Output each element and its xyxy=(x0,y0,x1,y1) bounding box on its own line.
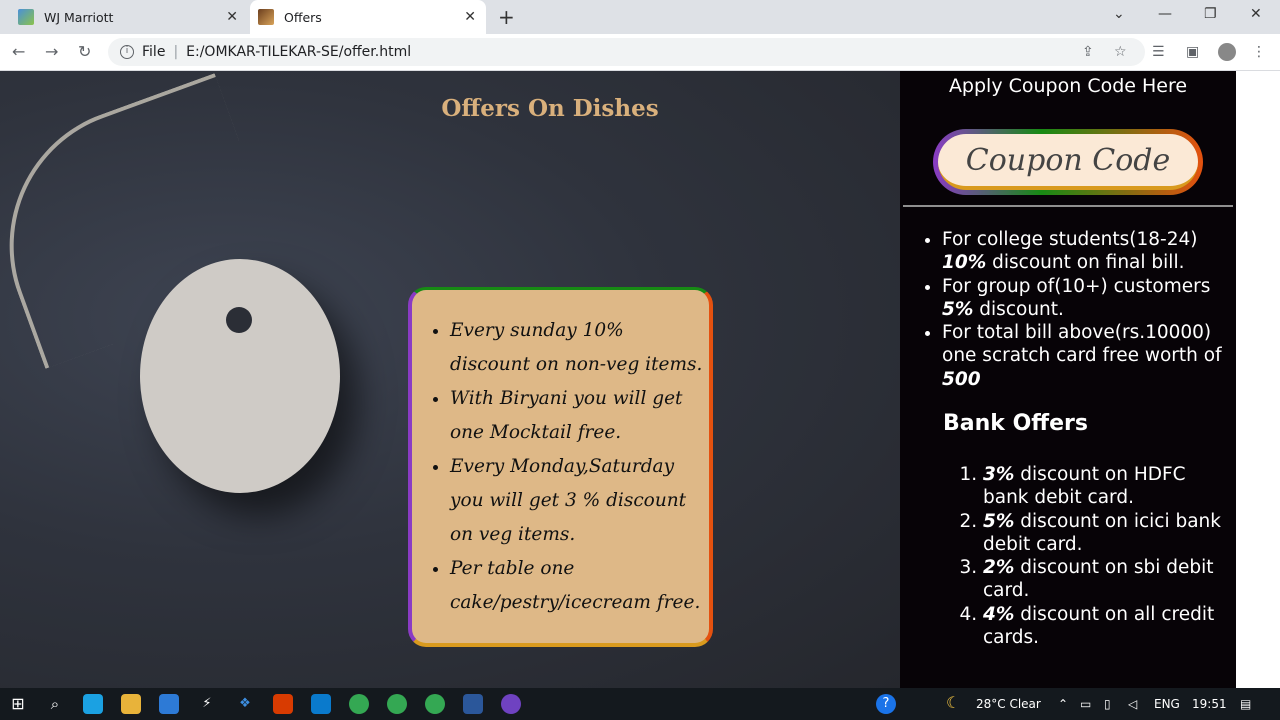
offer-text: For college students(18-24) xyxy=(942,229,1198,250)
browser-toolbar: ← → ↻ i File | E:/OMKAR-TILEKAR-SE/offer… xyxy=(0,34,1280,71)
word-icon[interactable] xyxy=(463,694,483,714)
chevron-up-icon[interactable]: ⌃ xyxy=(1058,697,1068,711)
dish-offers-card: Every sunday 10% discount on non-veg ite… xyxy=(408,287,713,647)
dish-offers-list: Every sunday 10% discount on non-veg ite… xyxy=(432,314,705,620)
list-item: Per table one cake/pestry/icecream free. xyxy=(450,552,705,620)
offer-value: 2% xyxy=(983,557,1015,579)
address-bar[interactable]: i File | E:/OMKAR-TILEKAR-SE/offer.html xyxy=(108,38,1145,66)
offer-text: discount on all credit cards. xyxy=(983,603,1215,649)
tab-title: Offers xyxy=(284,9,322,25)
close-window-icon[interactable]: ✕ xyxy=(1250,6,1262,22)
close-tab-icon[interactable]: ✕ xyxy=(464,9,476,25)
offer-text: discount on HDFC bank debit card. xyxy=(983,464,1186,509)
reload-icon[interactable]: ↻ xyxy=(78,42,91,61)
close-tab-icon[interactable]: ✕ xyxy=(226,9,238,25)
new-tab-icon[interactable]: + xyxy=(498,5,515,29)
list-item: For college students(18-24) 10% discount… xyxy=(942,228,1236,275)
office-icon[interactable] xyxy=(273,694,293,714)
chrome-icon[interactable] xyxy=(425,694,445,714)
share-icon[interactable]: ⇪ xyxy=(1082,44,1094,60)
offers-favicon-icon xyxy=(258,9,274,25)
list-item: 5% discount on icici bank debit card. xyxy=(983,510,1236,557)
page-margin xyxy=(1236,71,1280,688)
edge-icon[interactable] xyxy=(83,694,103,714)
list-item: Every Monday,Saturday you will get 3 % d… xyxy=(450,450,705,552)
github-icon[interactable] xyxy=(501,694,521,714)
tab-strip: WJ Marriott ✕ Offers ✕ + ⌄ — ❐ ✕ xyxy=(0,0,1280,34)
tab-wj-marriott[interactable]: WJ Marriott ✕ xyxy=(8,0,248,34)
minimize-icon[interactable]: — xyxy=(1158,6,1172,22)
tab-title: WJ Marriott xyxy=(44,9,114,25)
bookmark-star-icon[interactable]: ☆ xyxy=(1114,44,1127,60)
scheme-label: File xyxy=(142,44,166,60)
list-item: 3% discount on HDFC bank debit card. xyxy=(983,463,1236,510)
list-item: With Biryani you will get one Mocktail f… xyxy=(450,382,705,450)
bank-offers-title: Bank Offers xyxy=(943,411,1088,436)
coupon-code-input[interactable]: Coupon Code xyxy=(933,129,1203,195)
windows-start-icon[interactable]: ⊞ xyxy=(8,694,28,714)
offer-value: 5% xyxy=(942,298,974,320)
offer-value: 500 xyxy=(942,368,981,390)
restore-icon[interactable]: ❐ xyxy=(1204,6,1217,22)
weather-moon-icon: ☾ xyxy=(946,693,961,712)
volume-icon[interactable]: ◁ xyxy=(1128,697,1137,711)
offers-section: Offers On Dishes Every sunday 10% discou… xyxy=(0,71,900,688)
weather-text[interactable]: 28°C Clear xyxy=(976,697,1041,711)
forward-icon[interactable]: → xyxy=(45,42,58,61)
list-item: For total bill above(rs.10000) one scrat… xyxy=(942,321,1236,391)
mail-icon[interactable] xyxy=(159,694,179,714)
price-tag-image xyxy=(140,259,340,493)
url-text[interactable]: E:/OMKAR-TILEKAR-SE/offer.html xyxy=(186,44,411,60)
apply-coupon-title: Apply Coupon Code Here xyxy=(948,75,1188,97)
network-icon[interactable]: ▭ xyxy=(1080,697,1091,711)
battery-icon[interactable]: ▯ xyxy=(1104,697,1111,711)
list-item: 4% discount on all credit cards. xyxy=(983,603,1236,650)
offer-value: 10% xyxy=(942,252,987,274)
list-item: For group of(10+) customers 5% discount. xyxy=(942,275,1236,322)
offer-text: discount on final bill. xyxy=(986,252,1185,274)
offer-text: discount. xyxy=(973,298,1064,320)
vscode-icon[interactable] xyxy=(311,694,331,714)
bank-offers-list: 3% discount on HDFC bank debit card. 5% … xyxy=(957,463,1236,649)
side-panel-icon[interactable]: ▣ xyxy=(1186,44,1199,60)
offer-text: For group of(10+) customers xyxy=(942,275,1211,297)
profile-avatar[interactable] xyxy=(1218,43,1236,61)
reading-list-icon[interactable]: ☰ xyxy=(1152,44,1165,60)
offer-text: discount on icici bank debit card. xyxy=(983,510,1221,555)
back-icon[interactable]: ← xyxy=(12,42,25,61)
menu-kebab-icon[interactable]: ⋮ xyxy=(1252,44,1266,60)
marriott-favicon-icon xyxy=(18,9,34,25)
help-icon[interactable]: ? xyxy=(876,694,896,714)
coupon-sidebar: Apply Coupon Code Here Coupon Code For c… xyxy=(900,71,1236,688)
list-item: Every sunday 10% discount on non-veg ite… xyxy=(450,314,705,382)
list-item: 2% discount on sbi debit card. xyxy=(983,556,1236,603)
offer-text: For total bill above(rs.10000) one scrat… xyxy=(942,322,1222,367)
offer-value: 4% xyxy=(983,603,1015,625)
dropbox-icon[interactable]: ❖ xyxy=(235,694,255,714)
chrome-icon[interactable] xyxy=(387,694,407,714)
notifications-icon[interactable]: ▤ xyxy=(1240,697,1251,711)
offer-value: 3% xyxy=(983,464,1015,485)
windows-taskbar: ⊞ ⌕ ⚡ ❖ ? ☾ 28°C Clear ⌃ ▭ ▯ ◁ ENG 19:51… xyxy=(0,688,1280,720)
app-bolt-icon[interactable]: ⚡ xyxy=(197,694,217,714)
info-icon[interactable]: i xyxy=(120,45,134,59)
address-separator: | xyxy=(173,44,179,60)
tag-hole xyxy=(226,307,252,333)
search-icon[interactable]: ⌕ xyxy=(45,694,65,714)
coupon-code-placeholder[interactable]: Coupon Code xyxy=(938,134,1198,190)
clock[interactable]: 19:51 xyxy=(1192,697,1227,711)
offer-text: discount on sbi debit card. xyxy=(983,557,1214,602)
tab-offers[interactable]: Offers ✕ xyxy=(250,0,486,34)
file-explorer-icon[interactable] xyxy=(121,694,141,714)
divider xyxy=(903,205,1233,207)
page-viewport: Offers On Dishes Every sunday 10% discou… xyxy=(0,71,1280,688)
tab-search-chevron-icon[interactable]: ⌄ xyxy=(1113,6,1125,22)
language-indicator[interactable]: ENG xyxy=(1154,697,1180,711)
offer-value: 5% xyxy=(983,510,1015,532)
customer-offers-list: For college students(18-24) 10% discount… xyxy=(924,228,1236,391)
chrome-icon[interactable] xyxy=(349,694,369,714)
